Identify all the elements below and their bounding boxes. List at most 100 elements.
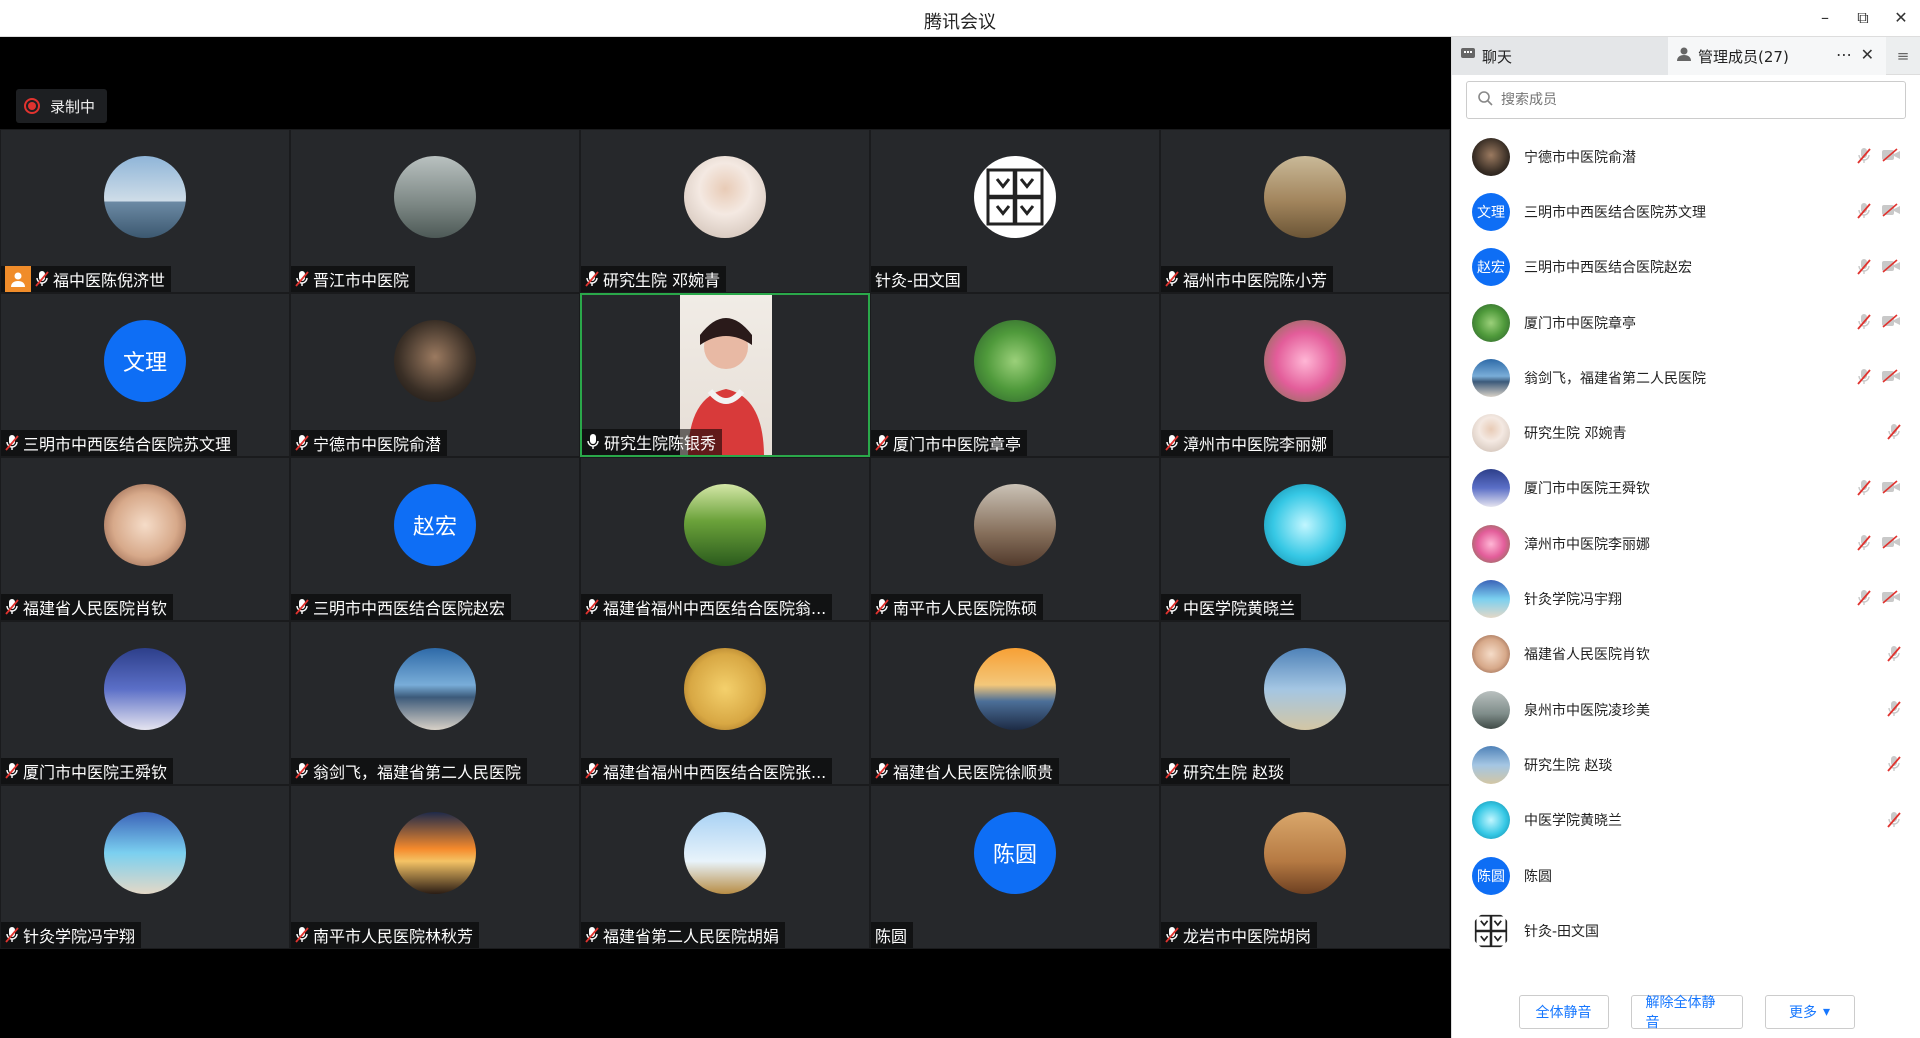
member-row[interactable]: 文理 三明市中西医结合医院苏文理 xyxy=(1452,184,1920,239)
participant-tile[interactable]: 陈圆 陈圆 xyxy=(870,785,1160,949)
member-row[interactable]: 研究生院 赵琰 xyxy=(1452,737,1920,792)
camera-off-icon[interactable] xyxy=(1881,313,1901,335)
participant-tile[interactable]: 针灸学院冯宇翔 xyxy=(0,785,290,949)
participant-tile[interactable]: 龙岩市中医院胡岗 xyxy=(1160,785,1450,949)
participant-name-bar: 龙岩市中医院胡岗 xyxy=(1161,922,1318,948)
camera-off-icon[interactable] xyxy=(1881,147,1901,169)
participant-tile[interactable]: 南平市人民医院林秋芳 xyxy=(290,785,580,949)
tab-chat[interactable]: 聊天 xyxy=(1452,37,1668,75)
mic-muted-icon xyxy=(875,598,889,616)
member-row[interactable]: 中医学院黄晓兰 xyxy=(1452,793,1920,848)
participant-tile[interactable]: 研究生院 邓婉青 xyxy=(580,129,870,293)
participant-tile[interactable]: 针灸-田文国 xyxy=(870,129,1160,293)
mute-all-button[interactable]: 全体静音 xyxy=(1518,994,1609,1029)
participant-name: 漳州市中医院李丽娜 xyxy=(1183,435,1328,454)
avatar-initials: 陈圆 xyxy=(1472,856,1510,895)
member-row[interactable]: 泉州市中医院凌珍美 xyxy=(1452,682,1920,737)
participant-tile[interactable]: 研究生院陈银秀 xyxy=(580,293,870,457)
close-icon[interactable]: ✕ xyxy=(1887,6,1915,30)
participant-tile[interactable]: 福州市中医院陈小芳 xyxy=(1160,129,1450,293)
member-search[interactable] xyxy=(1466,81,1906,119)
caret-down-icon: ▾ xyxy=(1822,1003,1831,1020)
mic-icon xyxy=(586,433,600,451)
mic-muted-icon[interactable] xyxy=(1857,202,1871,224)
member-row[interactable]: 漳州市中医院李丽娜 xyxy=(1452,516,1920,571)
mic-muted-icon[interactable] xyxy=(1857,589,1871,611)
mic-muted-icon[interactable] xyxy=(1857,258,1871,280)
mic-muted-icon[interactable] xyxy=(1887,811,1901,833)
participant-tile[interactable]: 研究生院 赵琰 xyxy=(1160,621,1450,785)
avatar-initials: 文理 xyxy=(1472,192,1510,231)
camera-off-icon[interactable] xyxy=(1881,258,1901,280)
member-row[interactable]: 宁德市中医院俞潜 xyxy=(1452,129,1920,184)
participant-tile[interactable]: 中医学院黄晓兰 xyxy=(1160,457,1450,621)
participant-tile[interactable]: 漳州市中医院李丽娜 xyxy=(1160,293,1450,457)
participant-tile[interactable]: 赵宏 三明市中西医结合医院赵宏 xyxy=(290,457,580,621)
member-row[interactable]: 陈圆 陈圆 xyxy=(1452,848,1920,903)
camera-off-icon[interactable] xyxy=(1881,479,1901,501)
participant-name-bar: 陈圆 xyxy=(871,922,914,948)
camera-off-icon[interactable] xyxy=(1881,534,1901,556)
panel-tabs: 聊天 管理成员(27) ⋯ ✕ ≡ xyxy=(1452,37,1920,75)
member-row[interactable]: 福建省人民医院肖钦 xyxy=(1452,627,1920,682)
photo-music-icon xyxy=(1264,484,1346,566)
minimize-icon[interactable]: – xyxy=(1811,6,1839,30)
menu-icon[interactable]: ≡ xyxy=(1886,37,1920,75)
photo-woman-icon xyxy=(684,156,766,238)
search-input[interactable] xyxy=(1501,92,1881,108)
video-stage: 录制中 福中医陈倪济世 晋江市中医院 研究生院 邓婉青 针灸-田文国 福州市中医院陈小芳… xyxy=(0,37,1451,1038)
member-row[interactable]: 研究生院 邓婉青 xyxy=(1452,405,1920,460)
member-row[interactable]: 针灸-田文国 xyxy=(1452,903,1920,958)
camera-off-icon[interactable] xyxy=(1881,368,1901,390)
mic-muted-icon[interactable] xyxy=(1887,700,1901,722)
member-panel: 聊天 管理成员(27) ⋯ ✕ ≡ 宁德市中医院俞潜文理三明市中西医结合医院苏文… xyxy=(1451,37,1920,1038)
restore-icon[interactable]: ⧉ xyxy=(1849,6,1877,30)
member-row[interactable]: 针灸学院冯宇翔 xyxy=(1452,571,1920,626)
camera-off-icon[interactable] xyxy=(1881,589,1901,611)
member-row[interactable]: 翁剑飞，福建省第二人民医院 xyxy=(1452,350,1920,405)
mic-muted-icon[interactable] xyxy=(1887,423,1901,445)
more-options-icon[interactable]: ⋯ xyxy=(1836,45,1852,64)
participant-tile[interactable]: 福建省第二人民医院胡娟 xyxy=(580,785,870,949)
mic-muted-icon xyxy=(295,270,309,288)
photo-couple-icon xyxy=(104,648,186,730)
search-icon xyxy=(1477,90,1493,110)
unmute-all-button[interactable]: 解除全体静音 xyxy=(1630,994,1743,1031)
participant-name-bar: 福建省福州中西医结合医院翁... xyxy=(581,594,833,620)
member-status-icons xyxy=(1857,479,1901,501)
participant-tile[interactable]: 宁德市中医院俞潜 xyxy=(290,293,580,457)
photo-beach-icon xyxy=(1472,745,1510,784)
member-row[interactable]: 厦门市中医院王舜钦 xyxy=(1452,461,1920,516)
participant-name-bar: 翁剑飞，福建省第二人民医院 xyxy=(291,758,528,784)
participant-tile[interactable]: 福建省福州中西医结合医院翁... xyxy=(580,457,870,621)
member-row[interactable]: 厦门市中医院章亭 xyxy=(1452,295,1920,350)
participant-tile[interactable]: 翁剑飞，福建省第二人民医院 xyxy=(290,621,580,785)
participant-tile[interactable]: 福中医陈倪济世 xyxy=(0,129,290,293)
mic-muted-icon[interactable] xyxy=(1887,645,1901,667)
camera-off-icon[interactable] xyxy=(1881,202,1901,224)
mic-muted-icon[interactable] xyxy=(1857,313,1871,335)
photo-couple-icon xyxy=(1472,469,1510,508)
member-status-icons xyxy=(1857,368,1901,390)
participant-tile[interactable]: 福建省人民医院徐顺贵 xyxy=(870,621,1160,785)
mic-muted-icon[interactable] xyxy=(1857,534,1871,556)
participant-tile[interactable]: 厦门市中医院王舜钦 xyxy=(0,621,290,785)
participant-tile[interactable]: 厦门市中医院章亭 xyxy=(870,293,1160,457)
close-panel-icon[interactable]: ✕ xyxy=(1861,45,1874,64)
recording-indicator[interactable]: 录制中 xyxy=(16,89,108,123)
participant-tile[interactable]: 晋江市中医院 xyxy=(290,129,580,293)
participant-tile[interactable]: 福建省福州中西医结合医院张... xyxy=(580,621,870,785)
tab-manage-members[interactable]: 管理成员(27) ⋯ ✕ xyxy=(1668,37,1886,75)
participant-tile[interactable]: 文理 三明市中西医结合医院苏文理 xyxy=(0,293,290,457)
more-button[interactable]: 更多 ▾ xyxy=(1764,994,1855,1029)
mic-muted-icon xyxy=(5,762,19,780)
mic-muted-icon[interactable] xyxy=(1857,479,1871,501)
mic-muted-icon[interactable] xyxy=(1857,147,1871,169)
participant-tile[interactable]: 福建省人民医院肖钦 xyxy=(0,457,290,621)
member-row[interactable]: 赵宏 三明市中西医结合医院赵宏 xyxy=(1452,240,1920,295)
participant-name: 福建省第二人民医院胡娟 xyxy=(603,927,780,946)
member-name: 三明市中西医结合医院苏文理 xyxy=(1524,204,1706,221)
mic-muted-icon[interactable] xyxy=(1887,755,1901,777)
mic-muted-icon[interactable] xyxy=(1857,368,1871,390)
participant-tile[interactable]: 南平市人民医院陈硕 xyxy=(870,457,1160,621)
